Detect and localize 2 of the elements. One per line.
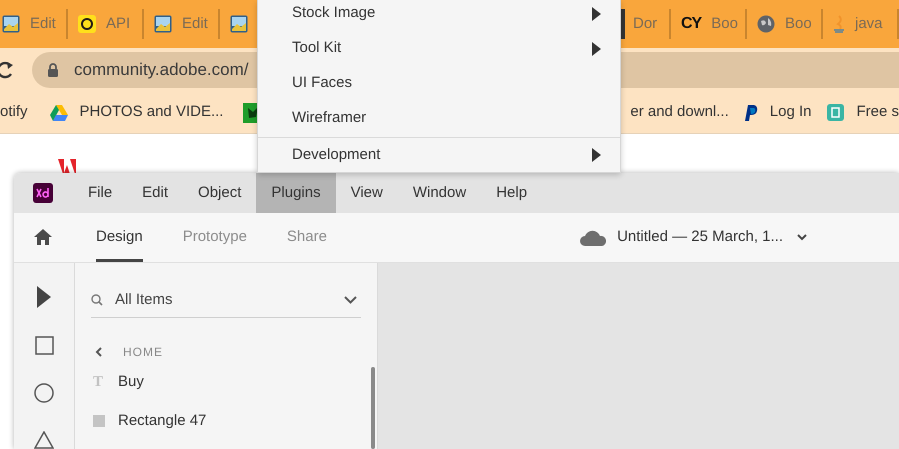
logo-text: CY bbox=[681, 14, 702, 34]
url-text: community.adobe.com/ bbox=[74, 59, 248, 82]
